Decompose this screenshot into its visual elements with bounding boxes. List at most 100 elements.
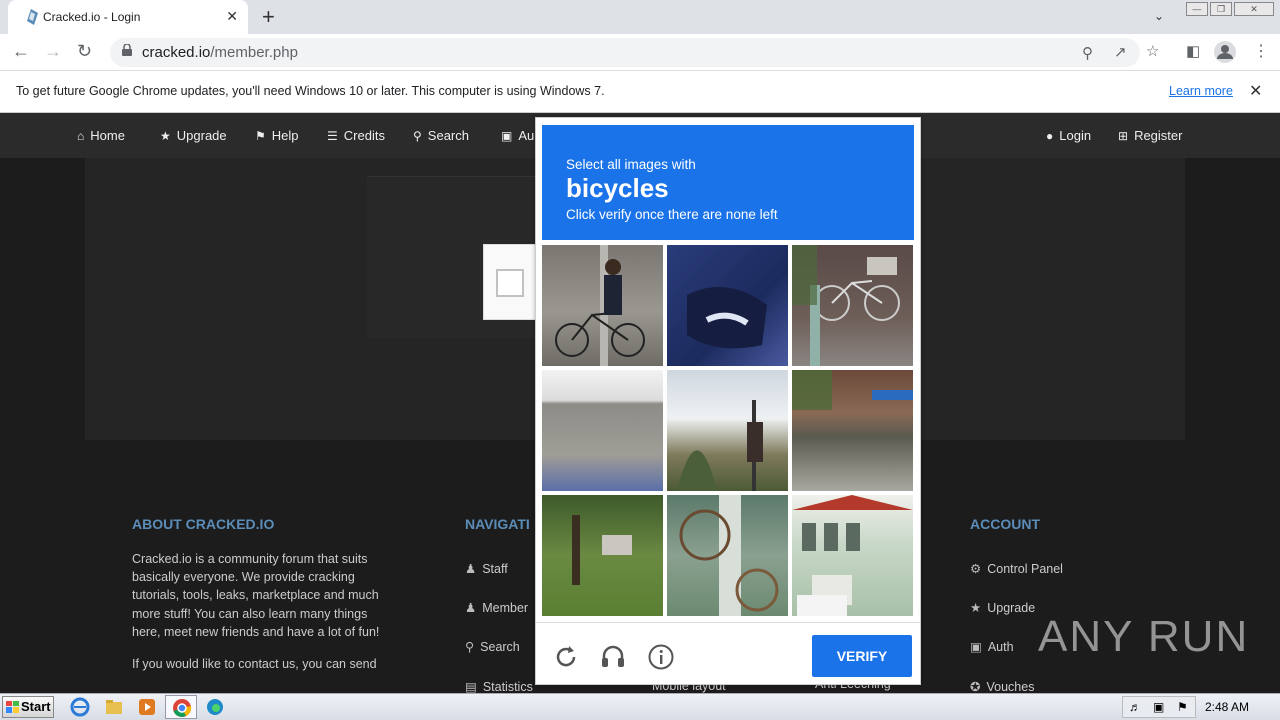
- share-icon[interactable]: ↗: [1114, 43, 1127, 61]
- minimize-button[interactable]: —: [1186, 2, 1208, 16]
- browser-tab[interactable]: Cracked.io - Login ✕: [8, 0, 248, 34]
- captcha-hint: Click verify once there are none left: [566, 207, 778, 222]
- infobar-message: To get future Google Chrome updates, you…: [16, 84, 605, 98]
- info-icon[interactable]: [647, 643, 675, 671]
- nav-credits[interactable]: ☰ Credits: [327, 128, 385, 143]
- footer-link-staff[interactable]: ♟ Staff: [465, 561, 508, 576]
- nav-help[interactable]: ⚑ Help: [255, 128, 299, 143]
- profile-icon[interactable]: [1214, 41, 1236, 63]
- windows-taskbar: Start ♬ ▣ ⚑ 2:48 AM: [0, 693, 1280, 720]
- footer-link-statistics[interactable]: ▤ Statistics: [465, 679, 533, 694]
- footer-link-upgrade[interactable]: ★ Upgrade: [970, 600, 1035, 615]
- footer-link-auth[interactable]: ▣ Auth: [970, 639, 1014, 654]
- ie-icon[interactable]: [70, 697, 90, 717]
- tab-search-icon[interactable]: ⌄: [1154, 9, 1164, 23]
- chart-icon: ▤: [465, 680, 477, 694]
- address-bar[interactable]: cracked.io/member.php ⚲ ↗ ☆: [110, 38, 1159, 67]
- plus-square-icon: ⊞: [1118, 129, 1129, 143]
- footer-about-text: Cracked.io is a community forum that sui…: [132, 552, 380, 672]
- captcha-prompt: Select all images with bicycles Click ve…: [542, 125, 914, 240]
- network-icon[interactable]: ▣: [1153, 700, 1164, 714]
- captcha-tile-8[interactable]: [667, 495, 788, 616]
- key-icon[interactable]: ⚲: [1082, 44, 1093, 62]
- tab-close-icon[interactable]: ✕: [226, 8, 238, 25]
- system-tray: ♬ ▣ ⚑: [1122, 696, 1196, 718]
- user-icon: ●: [1046, 129, 1054, 143]
- footer-link-members[interactable]: ♟ Member: [465, 600, 528, 615]
- captcha-footer: VERIFY: [536, 622, 920, 684]
- badge-icon: ✪: [970, 680, 981, 694]
- action-center-flag-icon[interactable]: ⚑: [1177, 700, 1188, 714]
- nav-login[interactable]: ● Login: [1046, 128, 1091, 143]
- volume-icon[interactable]: ♬: [1129, 700, 1141, 714]
- captcha-challenge: Select all images with bicycles Click ve…: [535, 117, 921, 685]
- captcha-tile-7[interactable]: [542, 495, 663, 616]
- footer-link-vouches[interactable]: ✪ Vouches: [970, 679, 1034, 694]
- new-tab-button[interactable]: +: [262, 4, 275, 30]
- nav-search[interactable]: ⚲ Search: [413, 128, 469, 143]
- menu-icon[interactable]: ⋮: [1253, 41, 1269, 61]
- lock-icon: ▣: [501, 129, 513, 143]
- captcha-tile-6[interactable]: [792, 370, 913, 491]
- forward-icon[interactable]: →: [44, 41, 62, 62]
- home-icon: ⌂: [77, 129, 85, 143]
- captcha-tile-3[interactable]: [792, 245, 913, 366]
- search-icon: ⚲: [465, 640, 475, 654]
- infobar-close-icon[interactable]: ✕: [1249, 81, 1262, 101]
- footer-nav-title: NAVIGATI: [465, 516, 530, 532]
- update-infobar: To get future Google Chrome updates, you…: [0, 71, 1280, 113]
- back-icon[interactable]: ←: [12, 41, 30, 62]
- captcha-tile-9[interactable]: [792, 495, 913, 616]
- footer-link-control-panel[interactable]: ⚙ Control Panel: [970, 561, 1063, 576]
- edge-icon[interactable]: [205, 697, 225, 717]
- captcha-instruction: Select all images with: [566, 157, 696, 172]
- window-close-button[interactable]: ✕: [1234, 2, 1274, 16]
- captcha-checkbox-widget[interactable]: [483, 244, 537, 320]
- bookmark-star-icon[interactable]: ☆: [1146, 42, 1159, 60]
- audio-challenge-icon[interactable]: [599, 643, 627, 671]
- favicon-icon: [27, 9, 38, 25]
- captcha-tile-5[interactable]: [667, 370, 788, 491]
- url-text: cracked.io/member.php: [142, 44, 298, 61]
- nav-auth[interactable]: ▣ Au: [501, 128, 534, 143]
- refresh-icon[interactable]: [552, 643, 580, 671]
- search-icon: ⚲: [413, 129, 422, 143]
- captcha-tile-2[interactable]: [667, 245, 788, 366]
- windows-logo-icon: [6, 701, 19, 713]
- nav-home[interactable]: ⌂ Home: [77, 128, 125, 143]
- staff-icon: ♟: [465, 562, 477, 576]
- star-icon: ★: [970, 601, 982, 615]
- side-panel-icon[interactable]: ◧: [1186, 42, 1200, 60]
- explorer-icon[interactable]: [104, 697, 124, 717]
- browser-toolbar: ← → ↻ cracked.io/member.php ⚲ ↗ ☆ ◧ ⋮: [0, 34, 1280, 71]
- captcha-tile-1[interactable]: [542, 245, 663, 366]
- start-label: Start: [21, 699, 51, 714]
- footer-link-search[interactable]: ⚲ Search: [465, 639, 520, 654]
- nav-register[interactable]: ⊞ Register: [1118, 128, 1182, 143]
- taskbar-clock: 2:48 AM: [1205, 700, 1250, 714]
- coins-icon: ☰: [327, 129, 338, 143]
- anyrun-watermark: ANY RUN: [1038, 612, 1250, 661]
- media-player-icon[interactable]: [137, 697, 157, 717]
- captcha-target: bicycles: [566, 173, 669, 203]
- verify-button[interactable]: VERIFY: [812, 635, 912, 677]
- chrome-taskbar-button[interactable]: [165, 695, 197, 719]
- nav-upgrade[interactable]: ★ Upgrade: [160, 128, 227, 143]
- captcha-checkbox[interactable]: [496, 269, 524, 297]
- gear-icon: ⚙: [970, 562, 982, 576]
- flag-icon: ⚑: [255, 129, 266, 143]
- start-button[interactable]: Start: [2, 696, 54, 718]
- learn-more-link[interactable]: Learn more: [1169, 84, 1233, 98]
- captcha-tile-4[interactable]: [542, 370, 663, 491]
- reload-icon[interactable]: ↻: [77, 41, 92, 62]
- restore-button[interactable]: ❐: [1210, 2, 1232, 16]
- lock-icon: [122, 44, 132, 56]
- lock-icon: ▣: [970, 640, 982, 654]
- star-icon: ★: [160, 129, 171, 143]
- tab-title: Cracked.io - Login: [43, 10, 141, 24]
- footer-account-title: ACCOUNT: [970, 516, 1040, 532]
- footer-about-title: ABOUT CRACKED.IO: [132, 516, 275, 532]
- chrome-icon: [173, 699, 192, 717]
- tab-strip: Cracked.io - Login ✕ + ⌄ — ❐ ✕: [0, 0, 1280, 34]
- users-icon: ♟: [465, 601, 477, 615]
